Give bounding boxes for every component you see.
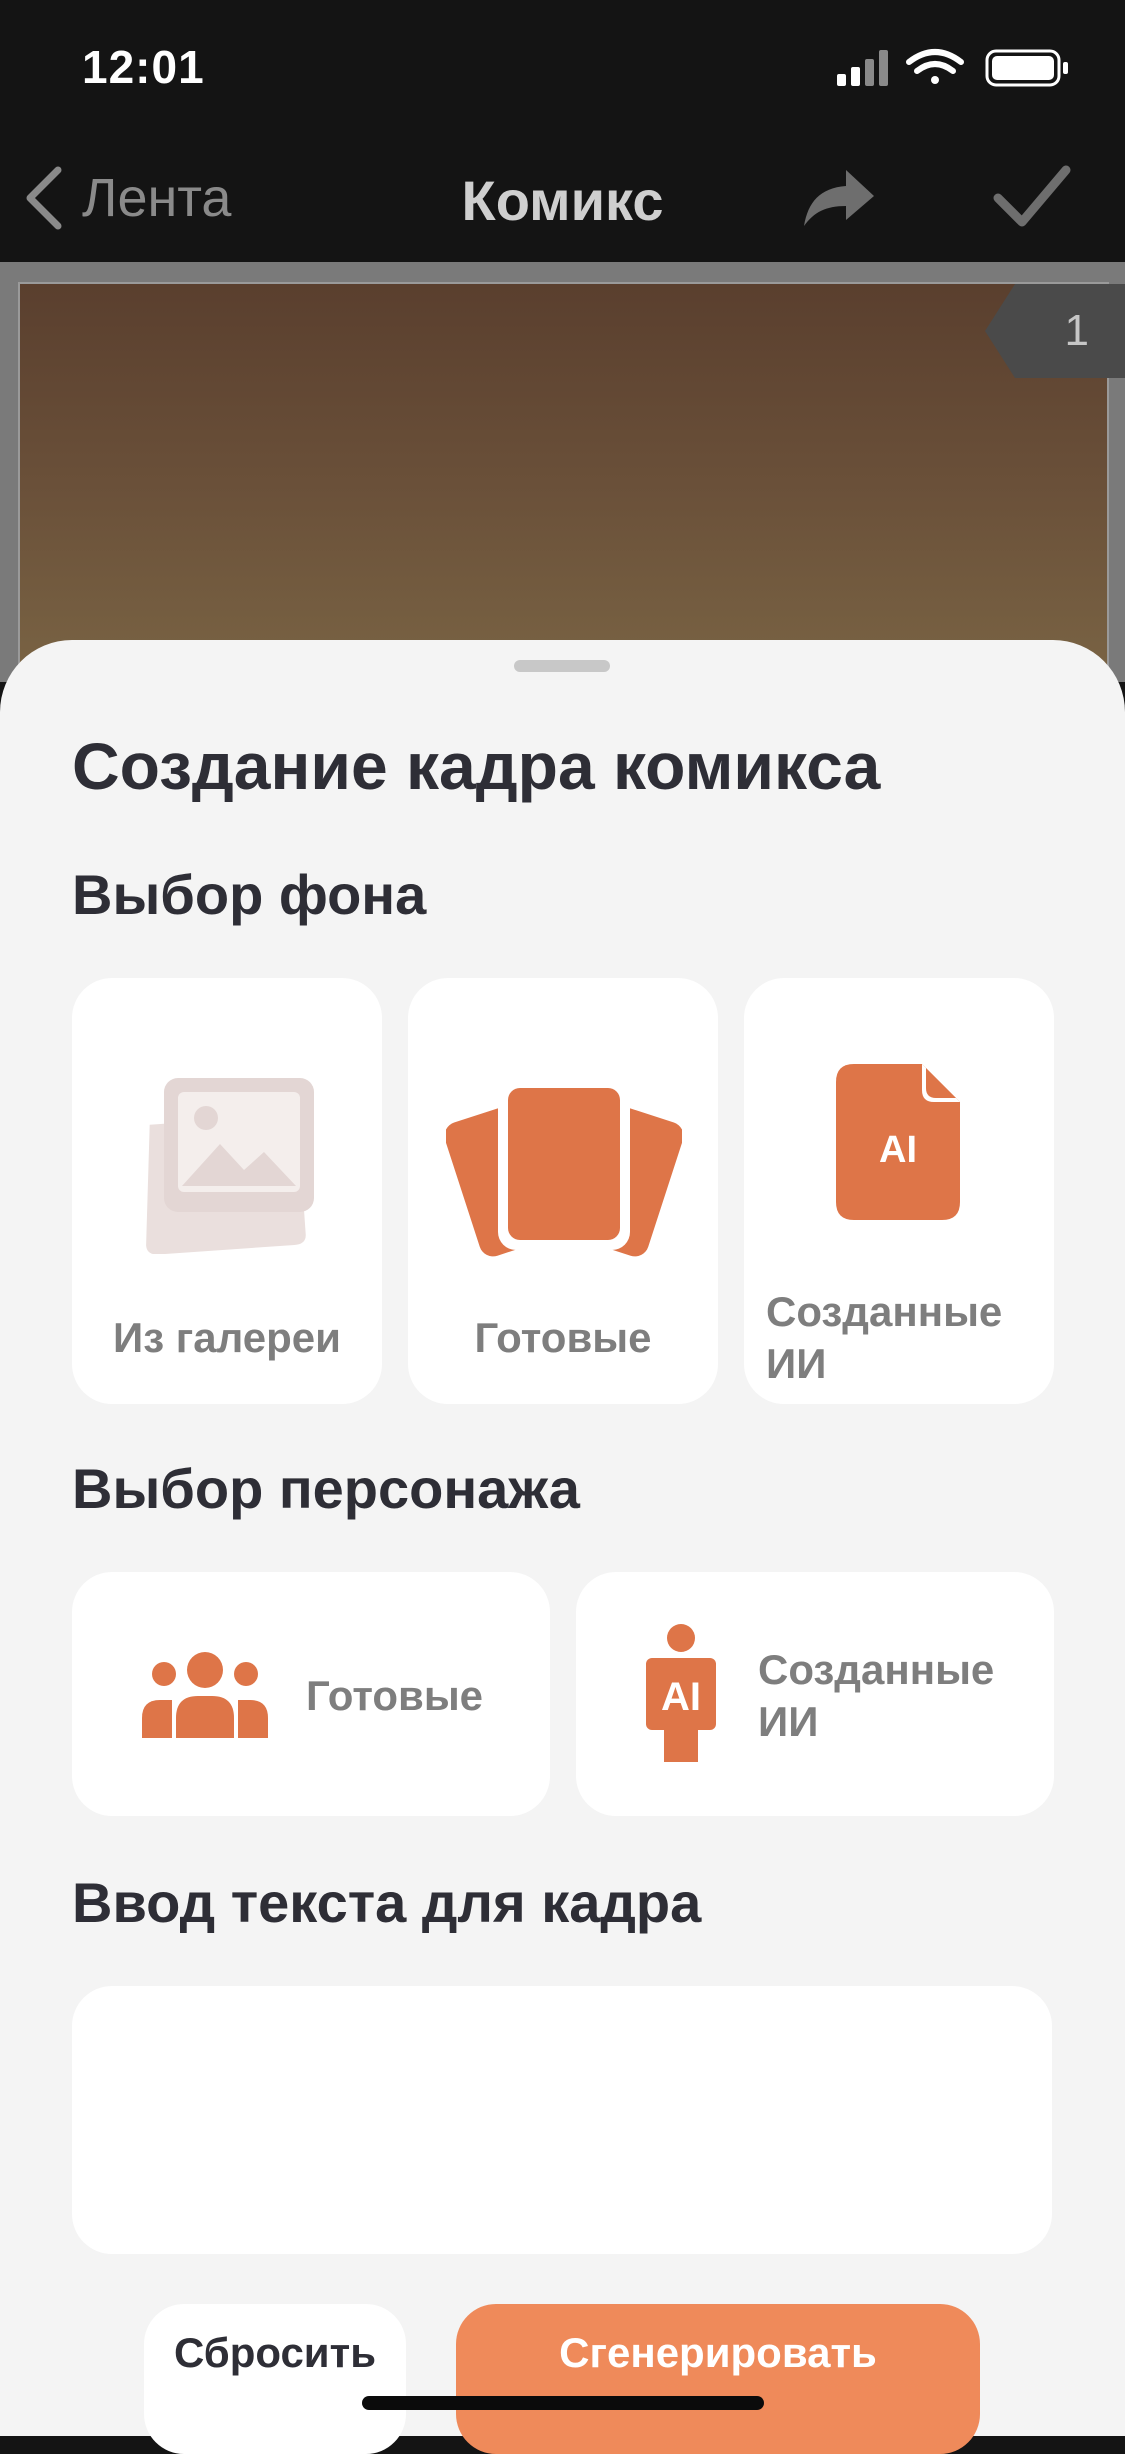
sheet-grabber[interactable]	[514, 660, 610, 672]
character-option-ready[interactable]: Готовые	[72, 1572, 550, 1816]
ai-person-icon: AI	[646, 1624, 716, 1762]
background-option-gallery-label: Из галереи	[113, 1314, 341, 1361]
sheet-title: Создание кадра комикса	[72, 729, 881, 803]
frame-number: 1	[1064, 306, 1089, 355]
share-button[interactable]	[800, 162, 878, 237]
character-option-ai-label: Созданные ИИ	[758, 1646, 995, 1745]
frame-number-badge[interactable]: 1	[985, 284, 1125, 378]
navigation-bar: Лента Комикс	[0, 132, 1125, 262]
cards-icon	[446, 1080, 682, 1257]
battery-icon	[985, 49, 1068, 87]
background-section-title: Выбор фона	[72, 863, 427, 926]
character-option-ready-label: Готовые	[306, 1672, 484, 1719]
group-icon	[142, 1652, 268, 1738]
status-icons	[837, 48, 1077, 88]
ai-file-icon: AI	[836, 1064, 960, 1220]
background-option-ready-label: Готовые	[474, 1314, 652, 1361]
background-option-ai[interactable]: AI Созданные ИИ	[744, 978, 1054, 1404]
svg-text:AI: AI	[879, 1129, 917, 1171]
home-indicator	[362, 2396, 764, 2410]
wifi-icon	[906, 49, 964, 84]
text-section-title: Ввод текста для кадра	[72, 1871, 702, 1934]
background-option-ready[interactable]: Готовые	[408, 978, 718, 1404]
svg-text:AI: AI	[661, 1675, 701, 1719]
done-button[interactable]	[992, 162, 1072, 237]
page-title: Комикс	[461, 169, 664, 232]
frame-text-input[interactable]	[72, 1986, 1052, 2254]
character-option-ai[interactable]: AI Созданные ИИ	[576, 1572, 1054, 1816]
comic-frame-creation-sheet: Создание кадра комикса Выбор фона Из гал…	[0, 640, 1125, 2454]
share-arrow-icon	[804, 170, 874, 226]
generate-button[interactable]: Сгенерировать	[456, 2304, 980, 2454]
status-bar: 12:01	[0, 0, 1125, 132]
background-option-ai-label: Созданные ИИ	[766, 1288, 1003, 1387]
status-time: 12:01	[82, 41, 205, 93]
comic-frame-preview[interactable]	[18, 282, 1109, 686]
comic-canvas-area: 1	[0, 262, 1125, 686]
checkmark-icon	[993, 165, 1071, 227]
character-section-title: Выбор персонажа	[72, 1457, 580, 1520]
reset-button[interactable]: Сбросить	[144, 2304, 406, 2454]
background-option-gallery[interactable]: Из галереи	[72, 978, 382, 1404]
cellular-signal-icon	[837, 50, 888, 86]
gallery-icon	[146, 1078, 314, 1254]
